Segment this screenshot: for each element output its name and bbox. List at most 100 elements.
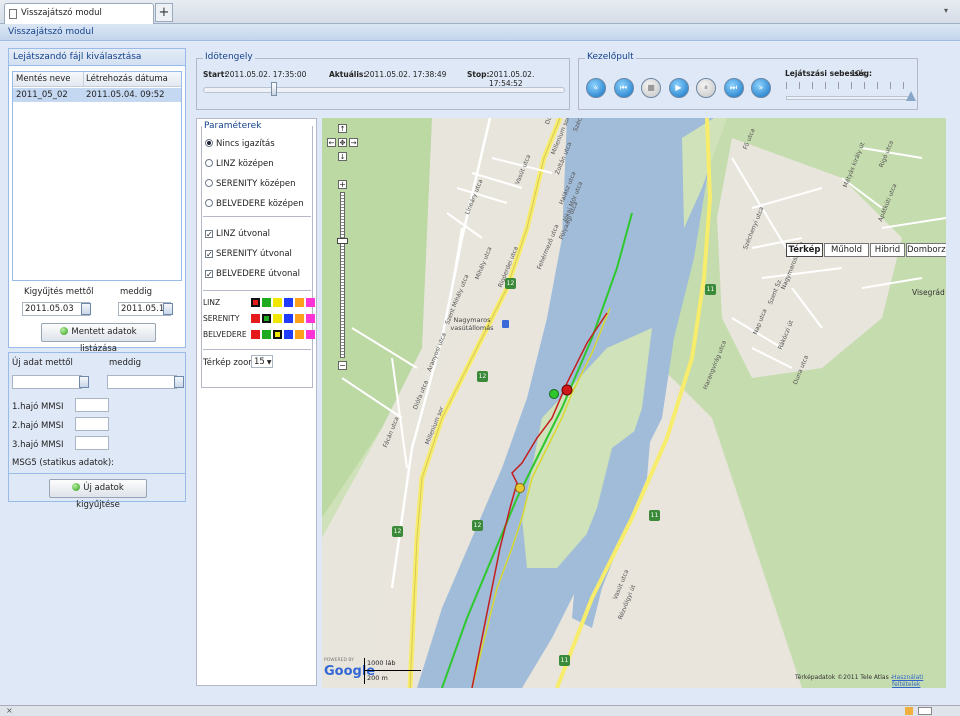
color-swatch[interactable] [251, 314, 260, 323]
pan-up-icon[interactable]: ↑ [338, 124, 347, 133]
pan-left-icon[interactable]: ← [327, 138, 336, 147]
checkbox-icon[interactable]: ✓ [205, 270, 213, 279]
terms-link[interactable]: Használati feltételek [892, 674, 946, 688]
route-badge: 12 [392, 526, 403, 537]
calendar-icon[interactable] [163, 303, 173, 315]
checkbox-label: SERENITY útvonal [216, 249, 292, 259]
color-swatch[interactable] [273, 330, 282, 339]
column-divider [83, 72, 84, 87]
map-type-3[interactable]: Domborzat [906, 243, 946, 257]
map-type-0[interactable]: Térkép [786, 243, 823, 257]
new-to-date-field[interactable] [107, 375, 177, 389]
new-from-date-field[interactable] [12, 375, 82, 389]
button-stop[interactable]: ■ [641, 78, 661, 98]
checkbox-label: BELVEDERE útvonal [216, 269, 300, 279]
color-swatch[interactable] [284, 298, 293, 307]
file-selection-panel: Lejátszandó fájl kiválasztása Mentés nev… [8, 48, 186, 354]
zoom-out-icon[interactable]: − [338, 361, 347, 370]
radio-label: LINZ középen [216, 159, 274, 169]
from-date-field[interactable]: 2011.05.03 [22, 302, 90, 316]
speed-slider-track[interactable] [786, 96, 912, 100]
zoom-slider-thumb[interactable] [337, 238, 348, 244]
checkbox-icon[interactable]: ✓ [205, 250, 213, 259]
module-title: Visszajátszó modul [0, 24, 960, 41]
color-swatch[interactable] [295, 298, 304, 307]
calendar-icon[interactable] [174, 376, 184, 388]
color-swatch[interactable] [273, 298, 282, 307]
new-tab-button[interactable]: + [155, 3, 173, 22]
radio-icon[interactable] [205, 199, 213, 207]
column-header-name[interactable]: Mentés neve [16, 74, 71, 84]
pan-center-icon[interactable]: ✥ [338, 138, 347, 147]
calendar-icon[interactable] [79, 376, 89, 388]
color-swatch[interactable] [251, 298, 260, 307]
color-swatch[interactable] [306, 314, 315, 323]
mmsi3-field[interactable] [75, 436, 109, 450]
powered-by-label: POWERED BY [324, 658, 355, 663]
table-row[interactable]: 2011_05_02 2011.05.04. 09:52 [13, 88, 181, 102]
color-swatch[interactable] [284, 330, 293, 339]
color-swatch[interactable] [262, 298, 271, 307]
from-date-value: 2011.05.03 [25, 304, 74, 314]
map-type-1[interactable]: Műhold [824, 243, 869, 257]
route-badge: 11 [705, 284, 716, 295]
pan-down-icon[interactable]: ↓ [338, 152, 347, 161]
browser-tab[interactable]: Visszajátszó modul [4, 3, 154, 24]
mmsi1-field[interactable] [75, 398, 109, 412]
map-view[interactable]: 12121212111111 Duna utcaMillenium sorSzé… [322, 118, 946, 688]
new-from-label: Új adat mettől [12, 358, 73, 368]
ship-marker-linz [561, 384, 573, 396]
alignment-radio-2[interactable]: SERENITY középen [205, 179, 296, 189]
button-play[interactable]: ▶ [668, 78, 689, 98]
button-rewind-fast[interactable]: « [586, 78, 606, 98]
button-pause[interactable]: ⏸ [696, 78, 716, 98]
color-swatch[interactable] [262, 330, 271, 339]
timeline-slider-thumb[interactable] [270, 82, 277, 96]
table-header: Mentés neve Létrehozás dátuma [13, 72, 181, 87]
color-swatch[interactable] [273, 314, 282, 323]
timeline-slider-track[interactable] [203, 87, 565, 93]
radio-icon[interactable] [205, 179, 213, 187]
color-swatch[interactable] [262, 314, 271, 323]
route-checkbox-1[interactable]: ✓ SERENITY útvonal [205, 249, 292, 259]
color-swatch[interactable] [306, 298, 315, 307]
color-swatch[interactable] [306, 330, 315, 339]
zoom-in-icon[interactable]: + [338, 180, 347, 189]
button-skip-end[interactable]: ⏭ [723, 78, 744, 98]
pan-right-icon[interactable]: → [349, 138, 358, 147]
checkbox-icon[interactable]: ✓ [205, 230, 213, 239]
color-swatch[interactable] [284, 314, 293, 323]
radio-icon[interactable] [205, 139, 213, 147]
zoom-select[interactable]: 15 ▼ [251, 355, 273, 368]
alignment-radio-1[interactable]: LINZ középen [205, 159, 274, 169]
list-saved-data-button[interactable]: Mentett adatok listázása [41, 323, 156, 354]
button-forward-fast[interactable]: » [751, 78, 771, 98]
browser-status-bar: × [0, 705, 960, 716]
map-type-2[interactable]: Hibrid [870, 243, 905, 257]
color-swatch[interactable] [251, 330, 260, 339]
mmsi2-field[interactable] [75, 417, 109, 431]
alignment-radio-3[interactable]: BELVEDERE középen [205, 199, 304, 209]
color-swatch[interactable] [295, 314, 304, 323]
scale-bar [364, 670, 421, 671]
divider [203, 290, 311, 291]
color-swatch[interactable] [295, 330, 304, 339]
route-checkbox-0[interactable]: ✓ LINZ útvonal [205, 229, 270, 239]
collect-button-label: Új adatok kigyűjtése [76, 483, 124, 510]
speed-tick [825, 82, 826, 89]
button-skip-start[interactable]: ⏮ [613, 78, 634, 98]
speed-tick [851, 82, 852, 89]
close-icon[interactable]: × [6, 706, 13, 715]
column-header-date[interactable]: Létrehozás dátuma [86, 74, 168, 84]
tab-list-dropdown-icon[interactable]: ▾ [944, 6, 948, 15]
route-checkbox-2[interactable]: ✓ BELVEDERE útvonal [205, 269, 300, 279]
calendar-icon[interactable] [81, 303, 91, 315]
alignment-radio-0[interactable]: Nincs igazítás [205, 139, 275, 149]
collect-new-data-button[interactable]: Új adatok kigyűjtése [49, 479, 147, 510]
speed-slider-thumb[interactable] [906, 91, 916, 101]
radio-icon[interactable] [205, 159, 213, 167]
zoom-icon[interactable] [918, 707, 932, 715]
map-copyright: Térképadatok ©2011 Tele Atlas - [795, 674, 893, 681]
zoom-slider-track[interactable] [340, 192, 345, 358]
ship-marker-belvedere [515, 483, 525, 493]
